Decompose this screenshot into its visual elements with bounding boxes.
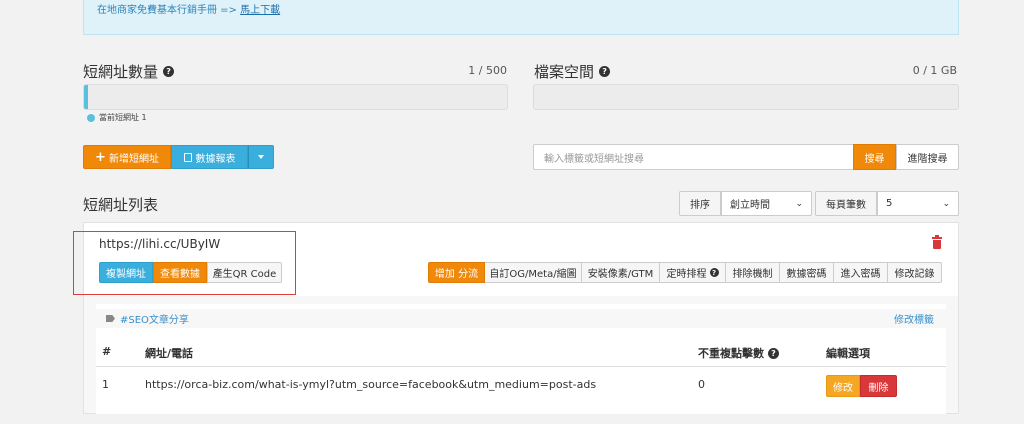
trash-icon[interactable] — [932, 235, 942, 249]
exclude-button[interactable]: 排除機制 — [726, 262, 780, 283]
shorturl-progress-fill — [84, 85, 88, 109]
table-header-options: 編輯選項 — [826, 347, 870, 360]
table-header-clicks-text: 不重複點擊數 — [698, 347, 764, 360]
help-icon[interactable]: ? — [768, 347, 779, 359]
file-space-title-text: 檔案空間 — [534, 63, 595, 81]
shorturl-legend: 當前短網址 1 — [87, 112, 147, 123]
report-icon — [183, 152, 192, 162]
row-clicks: 0 — [698, 378, 705, 391]
tag-item[interactable]: #SEO文章分享 — [106, 311, 189, 326]
shorturl-progress-bar — [83, 84, 508, 110]
install-pixel-button[interactable]: 安裝像素/GTM — [582, 262, 660, 283]
add-split-button[interactable]: 增加 分流 — [428, 262, 485, 283]
sort-select-value: 創立時間 — [730, 200, 770, 211]
download-link[interactable]: 馬上下載 — [240, 5, 280, 16]
edit-log-button[interactable]: 修改記錄 — [888, 262, 942, 283]
per-page-label: 每頁筆數 — [815, 191, 877, 216]
highlight-box — [73, 231, 296, 295]
schedule-label: 定時排程 — [666, 269, 707, 280]
entry-password-button[interactable]: 進入密碼 — [834, 262, 888, 283]
action-button-group: 增加 分流 自訂OG/Meta/縮圖 安裝像素/GTM 定時排程 ? 排除機制 … — [428, 262, 942, 283]
table-divider — [96, 366, 946, 367]
per-page-select-value: 5 — [886, 198, 893, 209]
file-space-value: 0 / 1 GB — [912, 64, 957, 77]
plus-icon: + — [95, 149, 106, 165]
delete-row-button[interactable]: 刪除 — [860, 375, 897, 397]
sort-label: 排序 — [679, 191, 721, 216]
legend-dot — [87, 113, 95, 122]
schedule-button[interactable]: 定時排程 ? — [660, 262, 726, 283]
tag-icon — [106, 315, 115, 322]
list-title: 短網址列表 — [83, 196, 159, 214]
tag-row: #SEO文章分享 修改標籤 — [96, 309, 946, 328]
table-header-url: 網址/電話 — [145, 347, 194, 360]
report-dropdown-button[interactable] — [248, 145, 274, 169]
search-button[interactable]: 搜尋 — [853, 144, 896, 170]
data-password-button[interactable]: 數據密碼 — [780, 262, 834, 283]
report-label: 數據報表 — [195, 153, 236, 165]
advanced-search-button[interactable]: 進階搜尋 — [896, 144, 959, 170]
shorturl-count-title: 短網址數量 ? — [83, 61, 175, 82]
tag-text: #SEO文章分享 — [120, 315, 189, 326]
report-button[interactable]: 數據報表 — [171, 145, 248, 169]
chevron-down-icon: ⌄ — [795, 198, 803, 209]
shorturl-count-title-text: 短網址數量 — [83, 63, 159, 81]
help-icon[interactable]: ? — [599, 66, 611, 77]
add-shorturl-button[interactable]: + 新增短網址 — [83, 145, 171, 169]
notice-banner: 在地商家免費基本行銷手冊 => 馬上下載 — [83, 0, 959, 35]
chevron-down-icon: ⌄ — [942, 198, 950, 209]
table-header-clicks: 不重複點擊數 ? — [698, 345, 779, 361]
per-page-select[interactable]: 5 ⌄ — [877, 191, 959, 216]
sort-select[interactable]: 創立時間 ⌄ — [721, 191, 812, 216]
legend-text: 當前短網址 1 — [99, 113, 147, 122]
row-num: 1 — [102, 378, 109, 391]
edit-row-button[interactable]: 修改 — [826, 375, 860, 397]
caret-down-icon — [258, 155, 264, 159]
shorturl-count-value: 1 / 500 — [468, 64, 507, 77]
custom-og-button[interactable]: 自訂OG/Meta/縮圖 — [485, 262, 582, 283]
help-icon: ? — [709, 268, 719, 277]
file-space-title: 檔案空間 ? — [534, 61, 611, 82]
row-url[interactable]: https://orca-biz.com/what-is-ymyl?utm_so… — [145, 378, 596, 391]
edit-tag-link[interactable]: 修改標籤 — [894, 311, 934, 326]
help-icon[interactable]: ? — [163, 66, 175, 77]
file-space-bar — [533, 84, 959, 110]
add-shorturl-label: 新增短網址 — [108, 153, 159, 165]
notice-text: 在地商家免費基本行銷手冊 => — [97, 5, 241, 16]
table-header-num: # — [102, 345, 112, 358]
search-input[interactable]: 輸入標籤或短網址搜尋 — [533, 144, 854, 170]
